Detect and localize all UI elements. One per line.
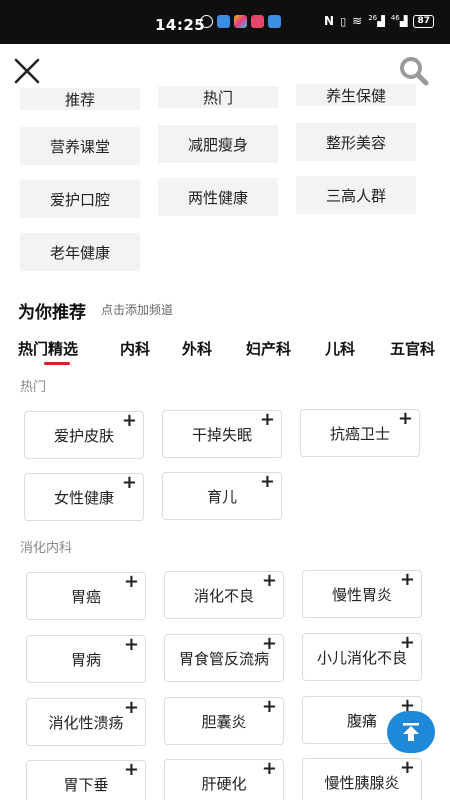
add-icon[interactable]: + xyxy=(260,471,275,492)
channel-card[interactable]: 女性健康 + xyxy=(24,472,144,521)
card-label: 胃下垂 xyxy=(63,775,109,794)
battery-icon: 87 xyxy=(413,14,434,28)
channel-card[interactable]: 胃病 + xyxy=(26,634,146,683)
channel-card[interactable]: 消化不良 + xyxy=(164,570,284,619)
section-label-digestive: 消化内科 xyxy=(20,541,73,556)
card-label: 胃食管反流病 xyxy=(178,649,269,668)
nfc-icon: N xyxy=(324,14,335,28)
channel-card[interactable]: 爱护皮肤 + xyxy=(24,410,144,459)
card-label: 慢性胃炎 xyxy=(331,585,392,604)
channel-card[interactable]: 胃下垂 + xyxy=(26,759,146,800)
card-label: 慢性胰腺炎 xyxy=(324,773,400,792)
card-label: 干掉失眠 xyxy=(191,425,252,444)
tab-ent[interactable]: 五官科 xyxy=(390,338,435,359)
cloud-icon xyxy=(217,15,230,28)
recommend-hint: 点击添加频道 xyxy=(101,303,174,317)
tab-obstetrics[interactable]: 妇产科 xyxy=(246,338,291,359)
card-label: 胃癌 xyxy=(70,587,101,606)
channel-card[interactable]: 干掉失眠 + xyxy=(162,409,282,458)
search-button[interactable] xyxy=(398,56,430,86)
card-label: 抗癌卫士 xyxy=(329,424,390,443)
channel-chip[interactable]: 推荐 xyxy=(20,88,140,110)
card-label: 胆囊炎 xyxy=(201,712,247,731)
tab-pediatrics[interactable]: 儿科 xyxy=(325,338,355,359)
channel-card[interactable]: 胃食管反流病 + xyxy=(164,633,284,682)
channel-chip[interactable]: 两性健康 xyxy=(158,178,278,216)
search-icon xyxy=(400,57,429,86)
message-icon xyxy=(251,15,264,28)
signal-icon-b: 46▟ xyxy=(390,14,408,28)
signal-icon-a: 26▟ xyxy=(368,14,385,28)
status-time: 14:25 xyxy=(155,16,206,34)
channel-card[interactable]: 慢性胃炎 + xyxy=(302,569,422,618)
active-tab-indicator xyxy=(44,362,70,365)
add-icon[interactable]: + xyxy=(262,758,277,779)
channel-card[interactable]: 育儿 + xyxy=(162,471,282,520)
section-label-hot: 热门 xyxy=(20,380,47,395)
add-icon[interactable]: + xyxy=(400,757,415,778)
card-label: 消化性溃疡 xyxy=(48,713,124,732)
add-icon[interactable]: + xyxy=(124,571,139,592)
add-icon[interactable]: + xyxy=(262,633,277,654)
tab-internal-medicine[interactable]: 内科 xyxy=(120,338,150,359)
card-label: 胃病 xyxy=(70,650,101,669)
notification-icons xyxy=(200,15,281,28)
channel-card[interactable]: 小儿消化不良 + xyxy=(302,632,422,681)
channel-card[interactable]: 抗癌卫士 + xyxy=(300,408,420,457)
cloud-icon-2 xyxy=(268,15,281,28)
channel-chip[interactable]: 三高人群 xyxy=(296,176,416,214)
status-bar: 14:25 N ▯ ≋ 26▟ 46▟ 87 xyxy=(0,0,450,44)
channel-chip[interactable]: 营养课堂 xyxy=(20,127,140,165)
channel-card[interactable]: 胃癌 + xyxy=(26,571,146,620)
tab-surgery[interactable]: 外科 xyxy=(182,338,212,359)
add-icon[interactable]: + xyxy=(260,409,275,430)
wifi-icon: ≋ xyxy=(352,14,363,28)
channel-card[interactable]: 胆囊炎 + xyxy=(164,696,284,745)
channel-card[interactable]: 肝硬化 + xyxy=(164,758,284,800)
channel-chip[interactable]: 整形美容 xyxy=(296,123,416,161)
card-label: 腹痛 xyxy=(346,711,377,730)
card-label: 肝硬化 xyxy=(201,774,247,793)
channel-chip[interactable]: 养生保健 xyxy=(296,84,416,106)
add-icon[interactable]: + xyxy=(400,632,415,653)
gallery-icon xyxy=(234,15,247,28)
add-icon[interactable]: + xyxy=(262,570,277,591)
add-icon[interactable]: + xyxy=(262,696,277,717)
add-icon[interactable]: + xyxy=(124,759,139,780)
add-icon[interactable]: + xyxy=(400,569,415,590)
add-icon[interactable]: + xyxy=(398,408,413,429)
scroll-to-top-button[interactable] xyxy=(387,711,435,753)
close-icon xyxy=(14,58,40,84)
tab-hot-picks[interactable]: 热门精选 xyxy=(18,338,78,359)
card-label: 女性健康 xyxy=(53,488,114,507)
channel-chip[interactable]: 减肥瘦身 xyxy=(158,125,278,163)
vibrate-icon: ▯ xyxy=(340,14,347,28)
channel-chip[interactable]: 老年健康 xyxy=(20,233,140,271)
close-button[interactable] xyxy=(12,56,42,86)
channel-card[interactable]: 慢性胰腺炎 + xyxy=(302,757,422,800)
card-label: 爱护皮肤 xyxy=(53,426,114,445)
system-status: N ▯ ≋ 26▟ 46▟ 87 xyxy=(324,14,434,28)
card-label: 育儿 xyxy=(206,487,237,506)
add-icon[interactable]: + xyxy=(124,697,139,718)
channel-chip[interactable]: 爱护口腔 xyxy=(20,180,140,218)
app-notification-icon xyxy=(200,15,213,28)
channel-chip[interactable]: 热门 xyxy=(158,86,278,108)
scroll-to-top-icon xyxy=(403,723,419,741)
recommend-title: 为你推荐 xyxy=(18,303,86,323)
card-label: 消化不良 xyxy=(193,586,254,605)
channel-card[interactable]: 消化性溃疡 + xyxy=(26,697,146,746)
card-label: 小儿消化不良 xyxy=(316,648,407,667)
add-icon[interactable]: + xyxy=(122,472,137,493)
add-icon[interactable]: + xyxy=(122,410,137,431)
add-icon[interactable]: + xyxy=(124,634,139,655)
